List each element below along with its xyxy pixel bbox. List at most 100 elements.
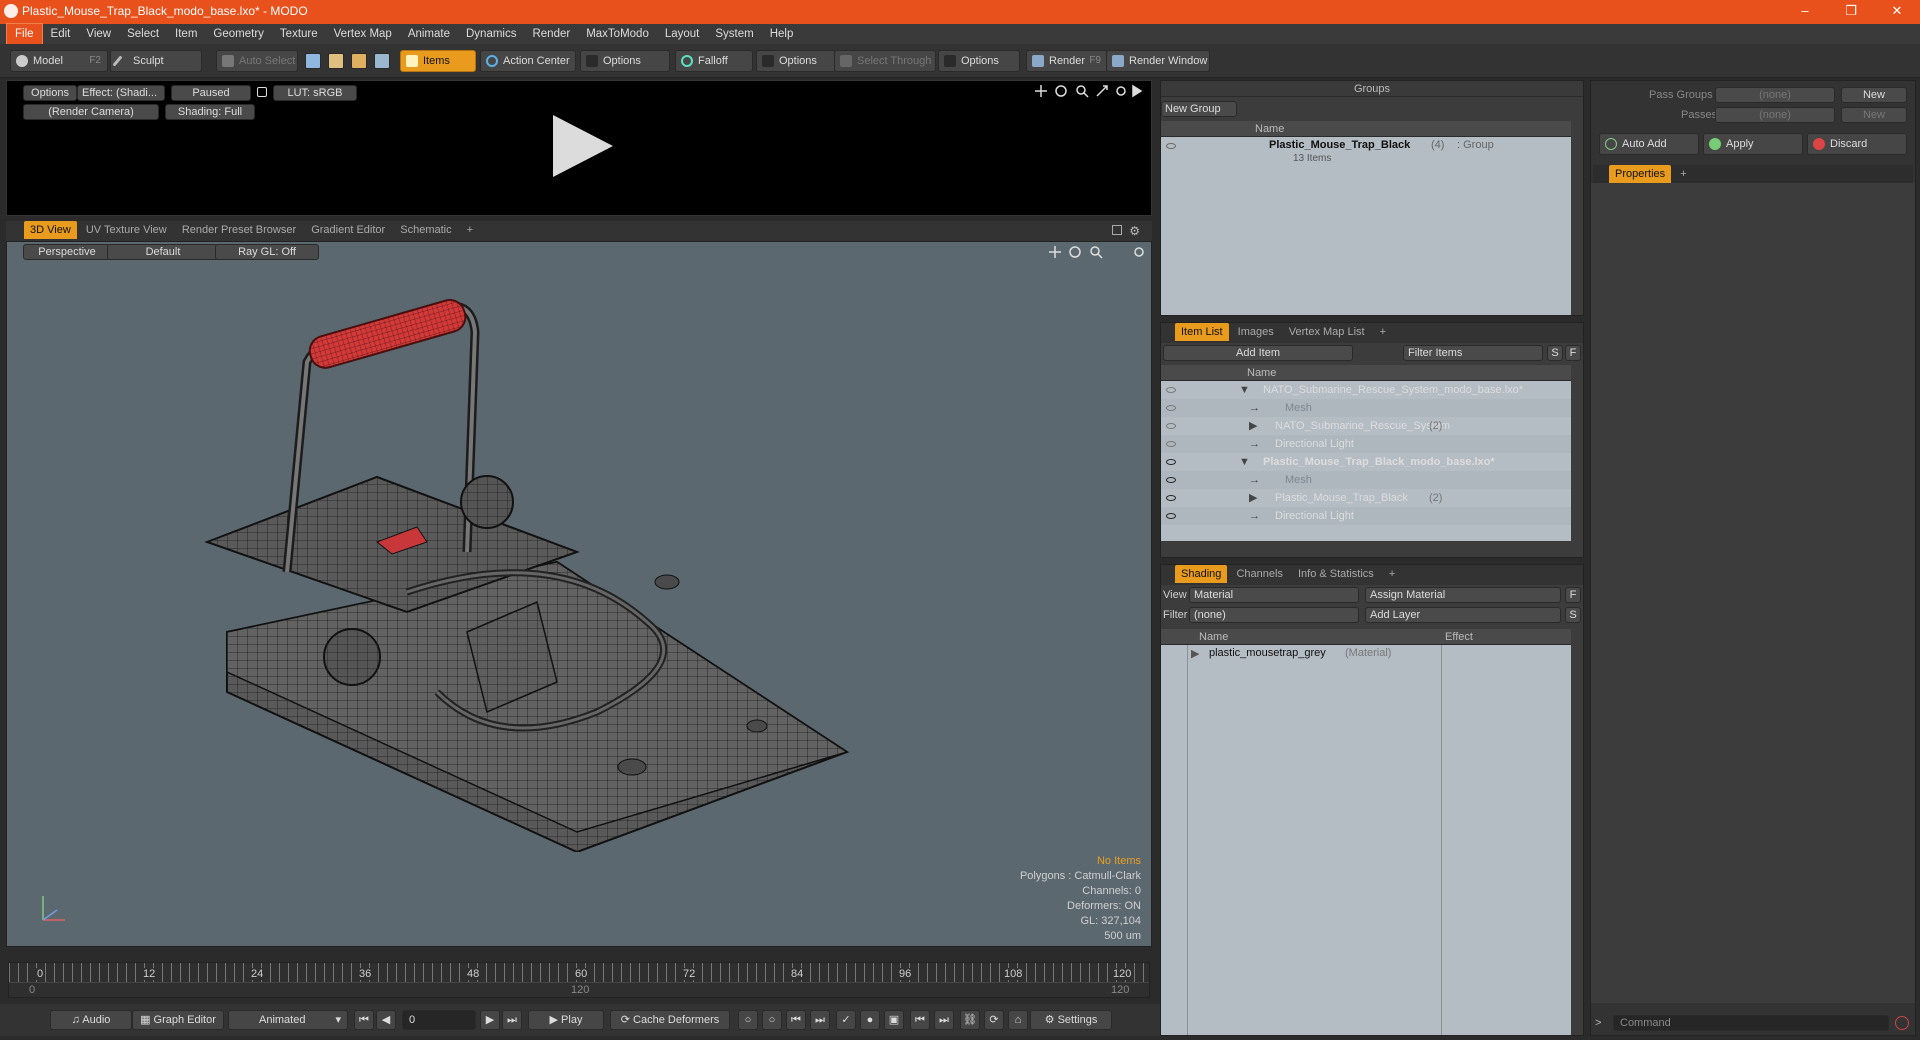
render-window-button[interactable]: Render Window [1106, 50, 1210, 72]
close-button[interactable]: ✕ [1874, 0, 1920, 24]
expand-arrow-icon[interactable]: → [1249, 435, 1260, 453]
filter-f-button[interactable]: F [1565, 345, 1581, 361]
prev-frame-icon[interactable]: ◀ [376, 1010, 396, 1030]
menu-maxtomodo[interactable]: MaxToModo [578, 24, 657, 44]
auto-add-button[interactable]: Auto Add [1599, 133, 1699, 155]
preview-effect-dropdown[interactable]: Effect: (Shadi... [77, 85, 165, 101]
frame-input[interactable]: 0 [402, 1010, 476, 1030]
menu-geometry[interactable]: Geometry [205, 24, 272, 44]
menu-texture[interactable]: Texture [272, 24, 326, 44]
sculpt-mode-button[interactable]: Sculpt [110, 50, 202, 72]
audio-button[interactable]: ♫ Audio [50, 1010, 132, 1030]
tab-item-add[interactable]: + [1374, 323, 1392, 341]
auto-key-icon[interactable]: ✓ [836, 1010, 856, 1030]
item-tree-row[interactable]: → Mesh [1161, 399, 1571, 417]
preview-nav-icons[interactable] [1033, 83, 1149, 99]
select-through-button[interactable]: Select Through [834, 50, 936, 72]
model-mode-button[interactable]: Model F2 [10, 50, 108, 72]
tab-info-statistics[interactable]: Info & Statistics [1292, 565, 1380, 583]
tab-gradient-editor[interactable]: Gradient Editor [305, 221, 391, 239]
materials-select-icon[interactable] [374, 53, 390, 69]
menu-system[interactable]: System [707, 24, 761, 44]
shading-s-button[interactable]: S [1565, 607, 1581, 623]
new-pass-button[interactable]: New [1841, 107, 1907, 123]
visibility-eye-icon[interactable] [1166, 459, 1176, 465]
group-name[interactable]: Plastic_Mouse_Trap_Black [1269, 139, 1410, 151]
marker-next-icon[interactable]: ⏭ [934, 1010, 954, 1030]
maximize-panel-icon[interactable] [1112, 225, 1122, 235]
graph-editor-button[interactable]: ▦ Graph Editor [132, 1010, 224, 1030]
record-icon[interactable]: ● [860, 1010, 880, 1030]
tab-render-preset-browser[interactable]: Render Preset Browser [176, 221, 302, 239]
visibility-eye-icon[interactable] [1166, 387, 1176, 393]
menu-help[interactable]: Help [762, 24, 802, 44]
expand-arrow-icon[interactable]: → [1249, 399, 1260, 417]
item-tree-row[interactable]: → Directional Light [1161, 507, 1571, 525]
3d-viewport[interactable]: Perspective Default Ray GL: Off No Items… [6, 241, 1152, 947]
auto-select-button[interactable]: Auto Select [216, 50, 298, 72]
assign-material-button[interactable]: Assign Material [1365, 587, 1561, 603]
visibility-eye-icon[interactable] [1166, 441, 1176, 447]
cache-deformers-button[interactable]: ⟳ Cache Deformers [610, 1010, 730, 1030]
item-tree-row[interactable]: ▼ Plastic_Mouse_Trap_Black_modo_base.lxo* [1161, 453, 1571, 471]
lock-anim-icon[interactable]: ⌂ [1008, 1010, 1028, 1030]
expand-arrow-icon[interactable]: ▶ [1191, 647, 1199, 660]
render-button[interactable]: Render F9 [1026, 50, 1108, 72]
visibility-eye-icon[interactable] [1166, 513, 1176, 519]
action-center-options-button[interactable]: Options [580, 50, 670, 72]
items-mode-button[interactable]: Items [400, 50, 476, 72]
menu-animate[interactable]: Animate [400, 24, 458, 44]
groups-list[interactable]: Plastic_Mouse_Trap_Black (4) : Group 13 … [1161, 137, 1571, 315]
menu-layout[interactable]: Layout [657, 24, 708, 44]
key-icon[interactable]: ○ [738, 1010, 758, 1030]
menu-edit[interactable]: Edit [43, 24, 79, 44]
collapse-arrow-icon[interactable]: ▼ [1239, 381, 1250, 399]
group-eye-icon[interactable] [1166, 143, 1176, 149]
command-input[interactable]: Command [1613, 1015, 1889, 1031]
menu-select[interactable]: Select [119, 24, 167, 44]
apply-button[interactable]: Apply [1703, 133, 1803, 155]
expand-arrow-icon[interactable]: → [1249, 507, 1260, 525]
expand-arrow-icon[interactable]: ▶ [1249, 489, 1257, 507]
tab-schematic[interactable]: Schematic [394, 221, 457, 239]
add-item-dropdown[interactable]: Add Item [1163, 345, 1353, 361]
action-center-button[interactable]: Action Center [480, 50, 576, 72]
key-options-icon[interactable]: ▣ [884, 1010, 904, 1030]
tab-add[interactable]: + [461, 221, 479, 239]
item-tree-row[interactable]: ▼ NATO_Submarine_Rescue_System_modo_base.… [1161, 381, 1571, 399]
tab-properties-add[interactable]: + [1674, 165, 1692, 183]
menu-dynamics[interactable]: Dynamics [458, 24, 524, 44]
raygl-dropdown[interactable]: Ray GL: Off [215, 244, 319, 260]
passes-dropdown[interactable]: (none) [1715, 107, 1835, 123]
shading-dropdown[interactable]: Shading: Full [165, 104, 255, 120]
item-tree[interactable]: ▼ NATO_Submarine_Rescue_System_modo_base.… [1161, 381, 1571, 541]
view-dropdown[interactable]: Material [1189, 587, 1359, 603]
sync-icon[interactable]: ⟳ [984, 1010, 1004, 1030]
shader-tree[interactable]: ▶ plastic_mousetrap_grey (Material) [1161, 645, 1571, 1035]
prev-key-icon[interactable]: ⏮ [786, 1010, 806, 1030]
minimize-button[interactable]: – [1782, 0, 1828, 24]
visibility-eye-icon[interactable] [1166, 405, 1176, 411]
menu-view[interactable]: View [78, 24, 119, 44]
filter-s-button[interactable]: S [1547, 345, 1563, 361]
command-clear-icon[interactable] [1895, 1016, 1909, 1030]
new-pass-group-button[interactable]: New [1841, 87, 1907, 103]
marker-prev-icon[interactable]: ⏮ [910, 1010, 930, 1030]
tab-3d-view[interactable]: 3D View [24, 221, 77, 239]
vertices-select-icon[interactable] [305, 53, 321, 69]
shading-f-button[interactable]: F [1565, 587, 1581, 603]
visibility-eye-icon[interactable] [1166, 477, 1176, 483]
item-tree-row[interactable]: → Mesh [1161, 471, 1571, 489]
gear-icon[interactable]: ⚙ [1129, 224, 1140, 238]
falloff-button[interactable]: Falloff [675, 50, 753, 72]
preview-options-button[interactable]: Options [23, 85, 77, 101]
expand-arrow-icon[interactable]: ▶ [1249, 417, 1257, 435]
goto-end-icon[interactable]: ⏭ [502, 1010, 522, 1030]
menu-file[interactable]: File [6, 23, 43, 45]
item-tree-row[interactable]: ▶ Plastic_Mouse_Trap_Black (2) [1161, 489, 1571, 507]
preview-pause-button[interactable]: Paused [171, 85, 251, 101]
settings-button[interactable]: ⚙ Settings [1030, 1010, 1112, 1030]
visibility-eye-icon[interactable] [1166, 495, 1176, 501]
discard-button[interactable]: Discard [1807, 133, 1907, 155]
polygons-select-icon[interactable] [351, 53, 367, 69]
